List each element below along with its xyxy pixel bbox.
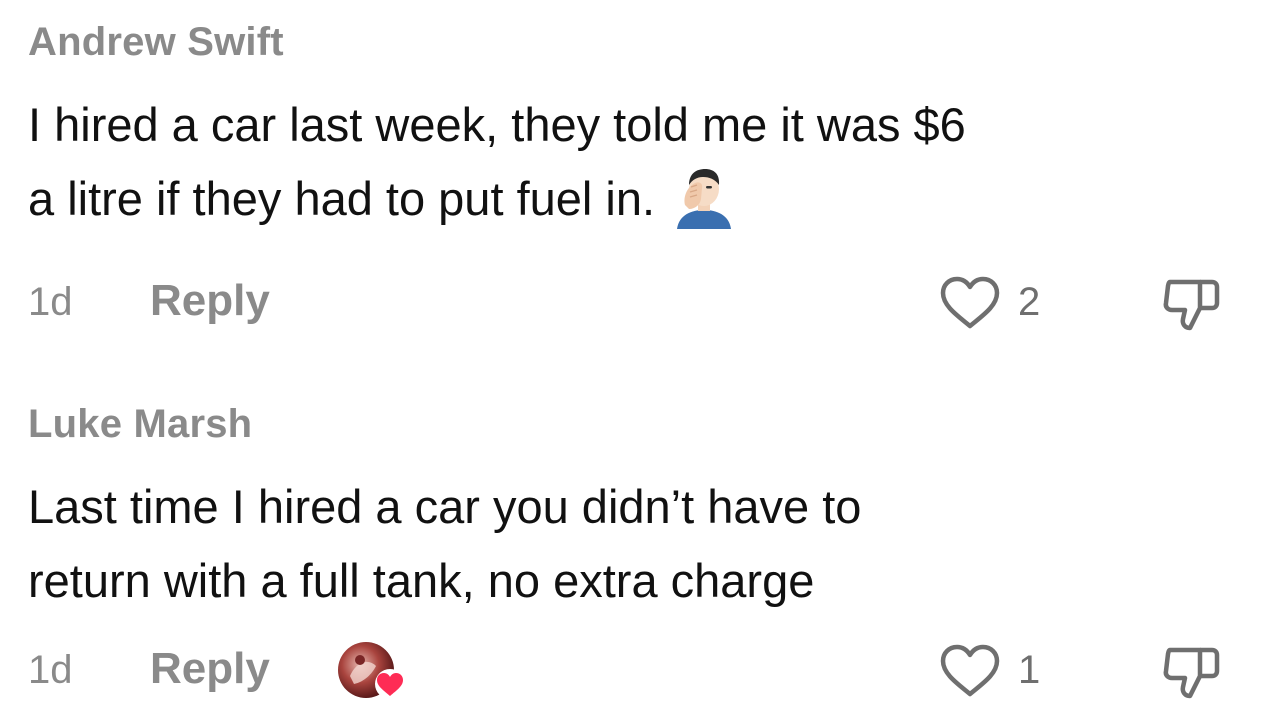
comment-text-line-2: a litre if they had to put fuel in. <box>28 162 1228 236</box>
creator-avatar-heart-icon <box>338 642 405 699</box>
comment-timestamp: 1d <box>28 280 73 324</box>
dislike-button[interactable] <box>1160 642 1224 702</box>
facepalm-icon <box>677 169 732 229</box>
like-button[interactable]: 2 <box>938 274 1058 330</box>
heart-outline-icon <box>940 644 1000 697</box>
comment-text-line: Last time I hired a car you didn’t have … <box>28 480 862 533</box>
heart-outline-icon <box>940 276 1000 329</box>
like-button[interactable]: 1 <box>938 642 1058 698</box>
reply-button[interactable]: Reply <box>150 276 270 326</box>
thumbs-down-icon <box>1163 647 1220 699</box>
comment-author[interactable]: Andrew Swift <box>28 18 284 66</box>
comment-actions: 1d Reply 1 <box>0 640 1279 700</box>
reply-button[interactable]: Reply <box>150 644 270 694</box>
comment-text-line: I hired a car last week, they told me it… <box>28 98 966 151</box>
like-count: 2 <box>1018 280 1041 324</box>
comment-author[interactable]: Luke Marsh <box>28 400 252 448</box>
comment-text-line: a litre if they had to put fuel in. <box>28 172 656 225</box>
comment-timestamp: 1d <box>28 648 73 692</box>
comment-text-line: return with a full tank, no extra charge <box>28 554 815 607</box>
comment-actions: 1d Reply 2 <box>0 272 1279 332</box>
comment-text: I hired a car last week, they told me it… <box>28 88 1228 236</box>
thumbs-down-icon <box>1163 279 1220 331</box>
comment-text: Last time I hired a car you didn’t have … <box>28 470 1228 618</box>
like-count: 1 <box>1018 648 1041 692</box>
dislike-button[interactable] <box>1160 274 1224 334</box>
